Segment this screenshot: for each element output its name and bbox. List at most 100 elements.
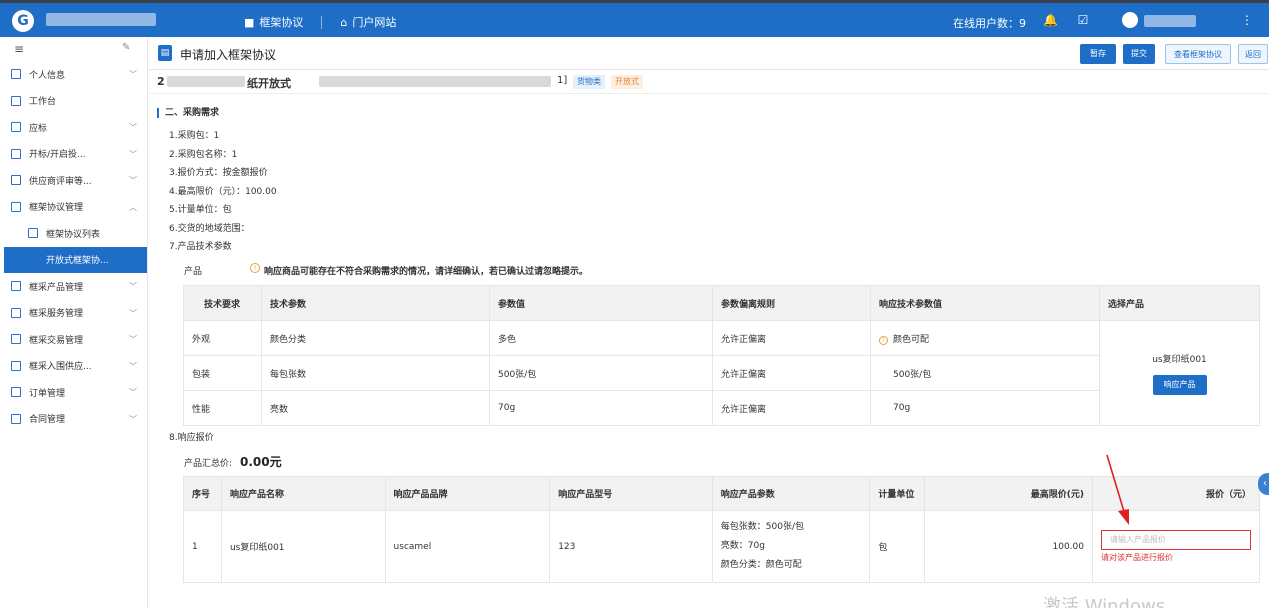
cell-no: 1 <box>183 510 222 583</box>
document-icon: ▤ <box>158 45 172 61</box>
nav-portal[interactable]: ⌂ 门户网站 <box>340 14 396 30</box>
sidebar-item-label: 供应商评审等... <box>29 176 92 187</box>
th-max-price: 最高限价(元) <box>924 476 1093 511</box>
sidebar-item-11[interactable]: 框采入围供应... ﹀ <box>0 353 147 380</box>
th-name: 响应产品名称 <box>220 476 386 511</box>
sidebar-item-0[interactable]: 个人信息 ﹀ <box>0 61 147 88</box>
sidebar-header: ≡ ✎ <box>0 37 147 61</box>
requirement-item: 4.最高限价（元）：100.00 <box>169 186 277 197</box>
th-unit: 计量单位 <box>869 476 926 511</box>
menu-item-icon <box>11 387 21 398</box>
logo-icon[interactable]: G <box>12 10 34 32</box>
sidebar-item-label: 框架协议列表 <box>46 229 101 240</box>
username-blurred[interactable] <box>1144 15 1196 27</box>
menu-icon[interactable]: ≡ <box>14 42 24 56</box>
th-model: 响应产品型号 <box>549 476 713 511</box>
chevron-down-icon: ﹀ <box>129 335 137 344</box>
warning-text: 响应商品可能存在不符合采购需求的情况，请详细确认，若已确认过请忽略提示。 <box>264 267 589 277</box>
product-label: 产品 <box>184 267 203 277</box>
chevron-down-icon: ﹀ <box>129 388 137 397</box>
sidebar-item-4[interactable]: 供应商评审等... ﹀ <box>0 167 147 194</box>
avatar[interactable] <box>1122 12 1138 28</box>
windows-watermark: 激活 Windows <box>1043 596 1166 608</box>
sidebar-item-6[interactable]: 框架协议列表 <box>0 220 147 247</box>
selected-product-name: us复印纸001 <box>1152 354 1207 365</box>
sidebar-item-label: 框架协议管理 <box>29 203 84 214</box>
sidebar-item-5[interactable]: 框架协议管理 ︿ <box>0 194 147 221</box>
open-tag: 开放式 <box>611 75 643 89</box>
task-check-icon[interactable]: ☑ <box>1076 13 1090 27</box>
cell-value: 500张/包 <box>489 355 713 391</box>
quote-error-text: 请对该产品进行报价 <box>1101 553 1173 562</box>
th-no: 序号 <box>183 476 222 511</box>
sidebar-item-3[interactable]: 开标/开启投... ﹀ <box>0 141 147 168</box>
main-content: 二、采购需求 1.采购包：1 2.采购包名称：1 3.报价方式：按金额报价 4.最高限… <box>149 94 1269 608</box>
requirement-item: 2.采购包名称：1 <box>169 149 238 160</box>
goods-tag: 货物类 <box>573 75 605 89</box>
cell-value: 70g <box>489 390 713 426</box>
subtitle-blurred <box>167 76 245 87</box>
pin-icon[interactable]: ✎ <box>122 42 130 53</box>
menu-item-icon <box>11 201 21 212</box>
menu-item-icon <box>11 69 21 80</box>
sidebar-item-10[interactable]: 框采交易管理 ﹀ <box>0 326 147 353</box>
quote-section-title: 8.响应报价 <box>169 433 214 443</box>
save-draft-button[interactable]: 暂存 <box>1080 44 1116 64</box>
page-header: ▤ 申请加入框架协议 暂存 提交 查看框架协议 返回 <box>149 37 1269 70</box>
top-nav: ■ 框架协议 ⌂ 门户网站 <box>244 14 396 30</box>
sidebar-item-label: 应标 <box>29 123 48 134</box>
cell-unit: 包 <box>869 510 926 583</box>
sidebar-item-2[interactable]: 应标 ﹀ <box>0 114 147 141</box>
subtitle-blurred-2 <box>319 76 551 87</box>
requirement-item: 1.采购包：1 <box>169 131 220 141</box>
sidebar-item-8[interactable]: 框采产品管理 ﹀ <box>0 273 147 300</box>
th-params: 响应产品参数 <box>711 476 871 511</box>
bell-icon[interactable]: 🔔 <box>1043 13 1058 27</box>
submit-button[interactable]: 提交 <box>1123 44 1155 64</box>
sidebar-item-label: 工作台 <box>29 97 57 108</box>
total-price-label: 产品汇总价: <box>184 459 233 469</box>
sidebar-item-label: 框采服务管理 <box>29 309 84 320</box>
cell-rule: 允许正偏离 <box>712 320 871 356</box>
subtitle-bracket: 1] <box>557 75 568 86</box>
chevron-down-icon: ﹀ <box>129 123 137 132</box>
sidebar-item-1[interactable]: 工作台 <box>0 88 147 115</box>
cell-value: 多色 <box>489 320 713 356</box>
nav-framework-agreement[interactable]: ■ 框架协议 <box>244 14 303 30</box>
respond-product-button[interactable]: 响应产品 <box>1152 374 1207 395</box>
quote-table-header: 序号 响应产品名称 响应产品品牌 响应产品型号 响应产品参数 计量单位 最高限价… <box>183 476 1260 511</box>
quote-price-input[interactable]: 请输入产品报价 <box>1101 530 1251 550</box>
annotation-arrow-icon <box>1106 454 1129 525</box>
requirement-item: 5.计量单位：包 <box>169 205 232 215</box>
sidebar: ≡ ✎ 个人信息 ﹀ 工作台 应标 ﹀ 开标/开启投... ﹀ 供应商评审等... ﹀ 框架协议管… <box>0 37 148 608</box>
sidebar-item-label: 开标/开启投... <box>29 150 86 161</box>
sidebar-item-9[interactable]: 框采服务管理 ﹀ <box>0 300 147 327</box>
sidebar-item-12[interactable]: 订单管理 ﹀ <box>0 379 147 406</box>
cell-params: 每包张数：500张/包 亮数：70g 颜色分类：颜色可配 <box>711 510 871 583</box>
menu-item-icon <box>11 281 21 292</box>
sidebar-item-7[interactable]: 开放式框架协... <box>4 246 147 273</box>
menu-item-icon <box>28 228 38 239</box>
th-brand: 响应产品品牌 <box>384 476 551 511</box>
cell-max-price: 100.00 <box>924 510 1093 583</box>
tech-param-table: 技术要求 技术参数 参数值 参数偏离规则 响应技术参数值 选择产品 外观 颜色分… <box>183 285 1260 426</box>
cell-name: us复印纸001 <box>220 510 386 583</box>
chevron-down-icon: ﹀ <box>129 70 137 79</box>
view-agreement-button[interactable]: 查看框架协议 <box>1165 44 1231 64</box>
back-button[interactable]: 返回 <box>1238 44 1268 64</box>
org-name-blurred <box>46 13 156 26</box>
total-price-value: 0.00元 <box>240 455 282 469</box>
more-vertical-icon[interactable]: ⋮ <box>1240 13 1254 27</box>
table-row: 外观 颜色分类 多色 允许正偏离 ! 颜色可配 us复印纸001 响应产品 <box>183 320 1260 426</box>
menu-item-icon <box>11 175 21 186</box>
collapse-panel-icon[interactable]: ‹ <box>1258 473 1269 495</box>
cell-select-product: us复印纸001 响应产品 <box>1099 320 1260 426</box>
sidebar-item-13[interactable]: 合同管理 ﹀ <box>0 406 147 433</box>
cell-brand: uscamel <box>384 510 551 583</box>
sidebar-item-label: 框采产品管理 <box>29 282 84 293</box>
subtitle-prefix: 2 <box>157 75 165 88</box>
chevron-down-icon: ﹀ <box>129 176 137 185</box>
cell-rule: 允许正偏离 <box>712 390 871 426</box>
menu-item-icon <box>11 360 21 371</box>
sidebar-item-label: 框采交易管理 <box>29 335 84 346</box>
